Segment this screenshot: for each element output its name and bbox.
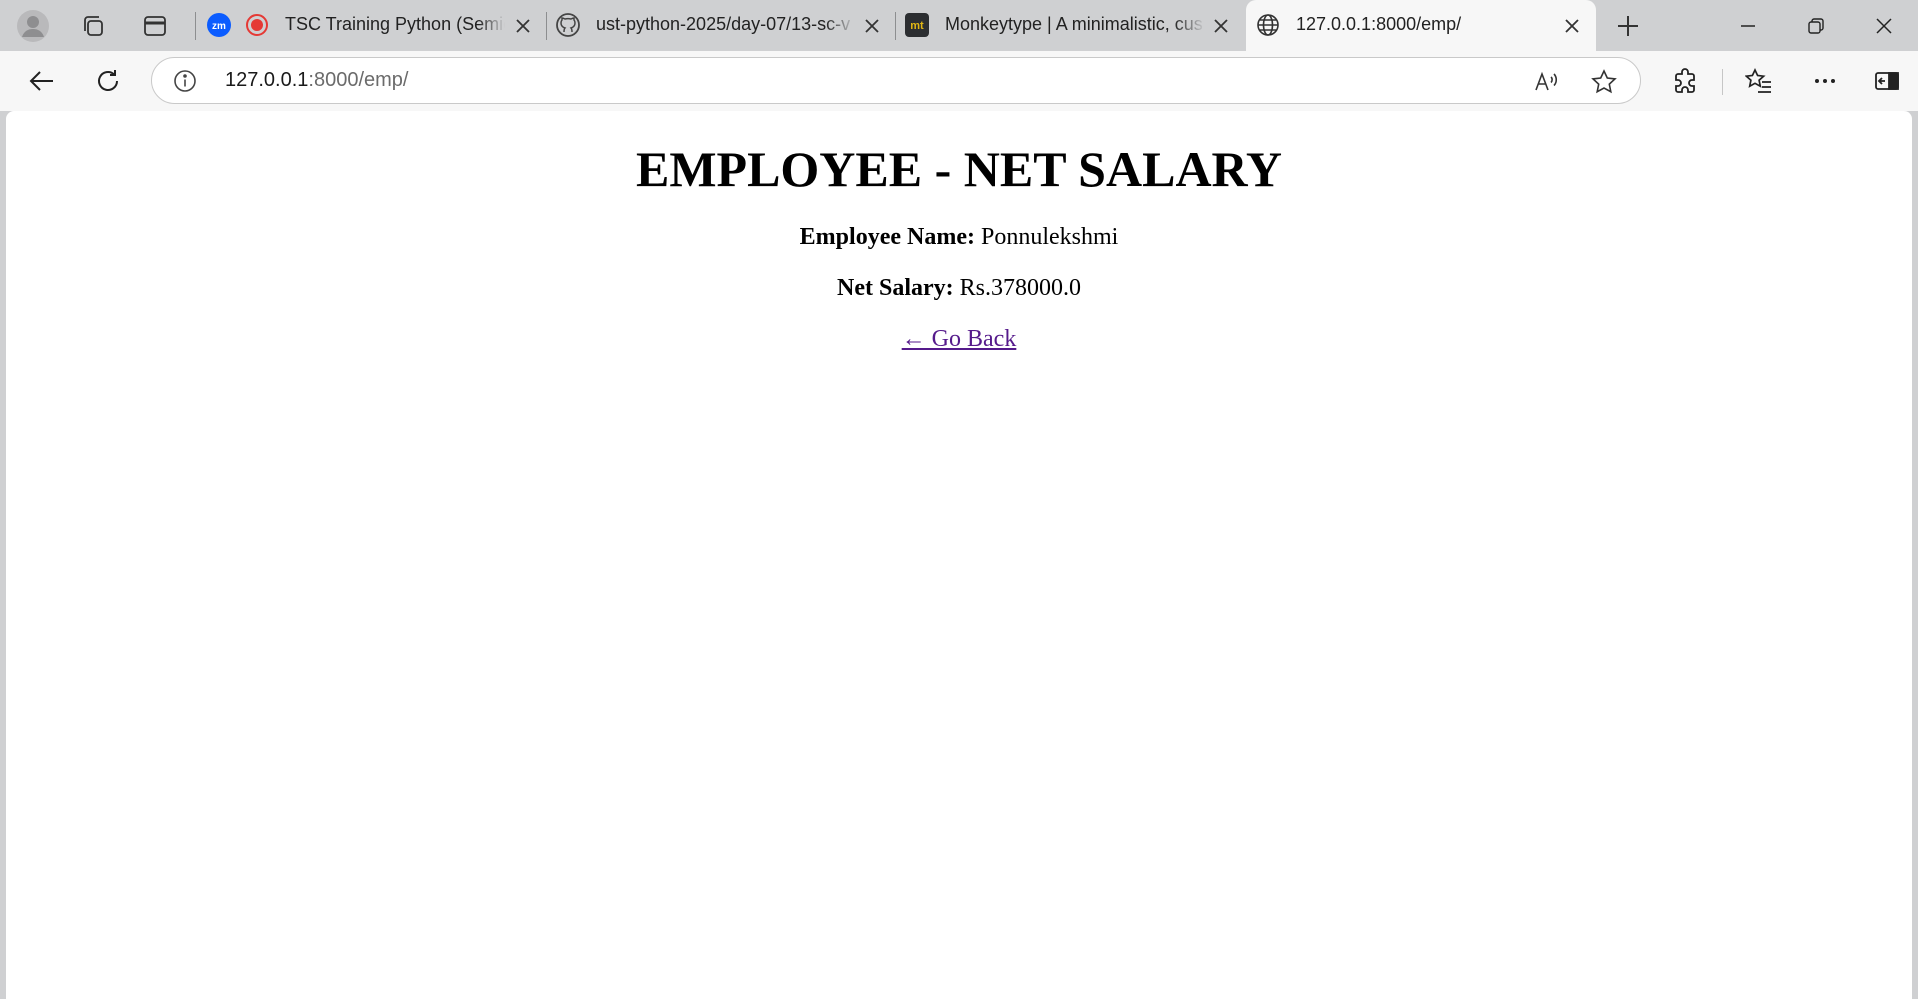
close-window-icon[interactable] [1850,0,1918,51]
more-options-icon[interactable] [1805,61,1845,101]
close-icon[interactable] [511,14,535,38]
zoom-icon: zm [207,13,231,42]
tab-monkeytype[interactable]: mt Monkeytype | A minimalistic, cus [901,0,1241,51]
read-aloud-icon[interactable] [1531,67,1561,97]
refresh-icon[interactable] [88,61,128,101]
vertical-tabs-icon[interactable] [135,6,175,46]
net-salary-line: Net Salary: Rs.378000.0 [6,274,1912,302]
go-back-link[interactable]: ← Go Back [902,326,1017,352]
net-salary-value: Rs.378000.0 [953,275,1081,301]
url-host: 127.0.0.1 [225,69,309,91]
site-info-icon[interactable] [172,68,198,94]
tab-title: 127.0.0.1:8000/emp/ [1296,14,1462,34]
favorites-icon[interactable] [1739,61,1779,101]
github-icon [556,13,580,42]
page-viewport: EMPLOYEE - NET SALARY Employee Name: Pon… [6,111,1912,999]
profile-avatar-icon[interactable] [13,6,53,46]
back-link-line: ← Go Back [6,325,1912,353]
tab-github[interactable]: ust-python-2025/day-07/13-sc-v [552,0,892,51]
recording-icon [245,13,269,42]
net-salary-label: Net Salary: [837,275,954,301]
close-icon[interactable] [1209,14,1233,38]
tab-title: Monkeytype | A minimalistic, cus [945,14,1203,34]
address-bar[interactable]: 127.0.0.1:8000/emp/ [151,57,1641,104]
employee-name-label: Employee Name: [799,224,975,250]
tab-separator [546,12,547,40]
tab-emp-page[interactable]: 127.0.0.1:8000/emp/ [1246,0,1596,51]
minimize-icon[interactable] [1714,0,1782,51]
tab-separator [195,12,196,40]
new-tab-icon[interactable] [1608,6,1648,46]
tab-title: TSC Training Python (Semic [285,14,505,34]
restore-icon[interactable] [1782,0,1850,51]
page-title: EMPLOYEE - NET SALARY [635,141,1283,197]
employee-name-value: Ponnulekshmi [974,224,1119,250]
tab-strip: zm TSC Training Python (Semic ust-python… [0,0,1918,51]
url-text[interactable]: 127.0.0.1:8000/emp/ [225,69,409,92]
close-icon[interactable] [860,14,884,38]
employee-name-line: Employee Name: Ponnulekshmi [6,223,1912,251]
globe-icon [1256,13,1280,42]
browser-toolbar: 127.0.0.1:8000/emp/ [0,51,1918,111]
svg-text:zm: zm [212,21,226,32]
monkeytype-icon: mt [905,13,929,42]
back-arrow-icon[interactable] [22,61,62,101]
svg-text:mt: mt [910,20,924,32]
tab-tsc-training[interactable]: zm TSC Training Python (Semic [203,0,543,51]
favorite-star-icon[interactable] [1589,67,1619,97]
tab-title: ust-python-2025/day-07/13-sc-v [596,14,851,34]
url-path: :8000/emp/ [308,69,409,91]
tab-separator [895,12,896,40]
workspaces-icon[interactable] [73,6,113,46]
toolbar-separator [1722,69,1723,95]
sidebar-toggle-icon[interactable] [1867,61,1907,101]
extensions-icon[interactable] [1665,61,1705,101]
close-icon[interactable] [1560,14,1584,38]
